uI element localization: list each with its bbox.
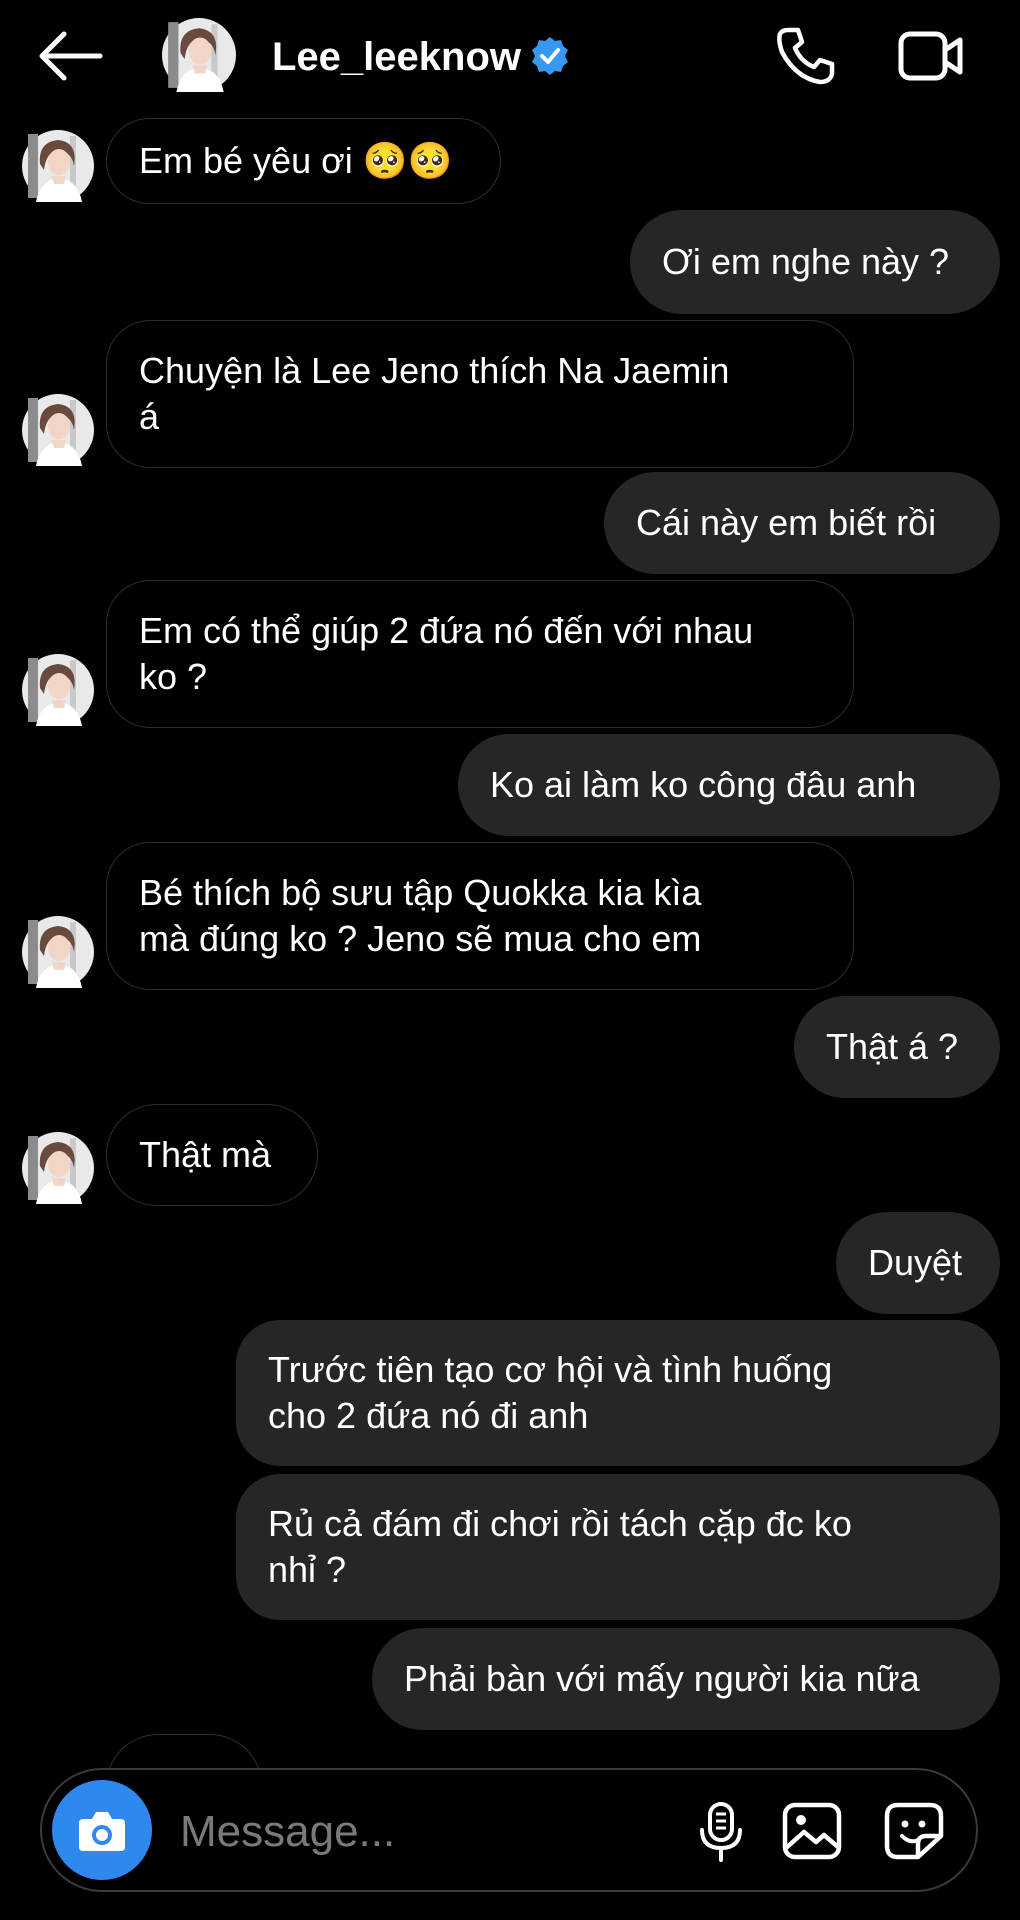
message-text: Duyệt (868, 1242, 963, 1283)
message-text-line: Trước tiên tạo cơ hội và tình huống (268, 1349, 833, 1390)
camera-icon (79, 1812, 125, 1851)
sender-avatar[interactable] (22, 394, 94, 466)
sender-avatar[interactable] (22, 916, 94, 988)
chat-header: Lee_leeknow (0, 0, 1020, 116)
message-text: Thật á ? (826, 1026, 959, 1067)
sender-avatar[interactable] (22, 654, 94, 726)
verified-badge-icon (532, 37, 568, 75)
back-arrow-icon[interactable] (36, 30, 104, 82)
camera-button[interactable] (52, 1780, 152, 1880)
message-text: Cái này em biết rồi (636, 502, 937, 543)
message-bubble-outgoing[interactable]: Ko ai làm ko công đâu anh (458, 734, 1000, 836)
message-text-line: Bé thích bộ sưu tập Quokka kia kìa (139, 872, 702, 913)
message-bubble-incoming[interactable]: Em bé yêu ơi 🥺🥺 (106, 118, 501, 204)
message-bubble-incoming[interactable]: Chuyện là Lee Jeno thích Na Jaemin á (106, 320, 854, 468)
avatar[interactable] (162, 18, 236, 92)
message-bubble-outgoing[interactable]: Thật á ? (794, 996, 1000, 1098)
message-bubble-outgoing[interactable]: Trước tiên tạo cơ hội và tình huống cho … (236, 1320, 1000, 1466)
message-bubble-outgoing[interactable]: Duyệt (836, 1212, 1000, 1314)
message-text-line: mà đúng ko ? Jeno sẽ mua cho em (139, 918, 702, 959)
message-text-line: ko ? (139, 656, 208, 697)
message-text: Em bé yêu ơi 🥺🥺 (139, 140, 453, 181)
sender-avatar[interactable] (22, 1132, 94, 1204)
message-text-line: Chuyện là Lee Jeno thích Na Jaemin (139, 350, 730, 391)
message-text-line: cho 2 đứa nó đi anh (268, 1395, 589, 1436)
message-text-line: á (139, 396, 160, 437)
message-bubble-outgoing[interactable]: Ơi em nghe này ? (630, 210, 1000, 314)
message-text: Ko ai làm ko công đâu anh (490, 764, 917, 805)
message-text: Thật mà (139, 1134, 272, 1175)
message-bubble-outgoing[interactable]: Phải bàn với mấy người kia nữa (372, 1628, 1000, 1730)
sender-avatar[interactable] (22, 130, 94, 202)
message-bubble-outgoing[interactable]: Rủ cả đám đi chơi rồi tách cặp đc ko nhỉ… (236, 1474, 1000, 1620)
message-composer (40, 1768, 978, 1892)
message-input[interactable] (178, 1796, 682, 1868)
video-call-icon[interactable] (898, 28, 964, 84)
mic-icon[interactable] (694, 1802, 748, 1862)
message-text: Phải bàn với mấy người kia nữa (404, 1658, 920, 1699)
message-text: Ơi em nghe này ? (662, 241, 950, 282)
message-bubble-incoming[interactable]: Em có thể giúp 2 đứa nó đến với nhau ko … (106, 580, 854, 728)
message-text-line: nhỉ ? (268, 1549, 347, 1590)
gallery-icon[interactable] (782, 1802, 842, 1860)
phone-call-icon[interactable] (774, 26, 836, 86)
username[interactable]: Lee_leeknow (272, 33, 521, 81)
message-bubble-incoming[interactable]: Thật mà (106, 1104, 318, 1206)
message-text-line: Rủ cả đám đi chơi rồi tách cặp đc ko (268, 1503, 852, 1544)
message-text-line: Em có thể giúp 2 đứa nó đến với nhau (139, 610, 754, 651)
message-bubble-outgoing[interactable]: Cái này em biết rồi (604, 472, 1000, 574)
message-bubble-incoming[interactable]: Bé thích bộ sưu tập Quokka kia kìa mà đú… (106, 842, 854, 990)
sticker-icon[interactable] (884, 1802, 944, 1860)
